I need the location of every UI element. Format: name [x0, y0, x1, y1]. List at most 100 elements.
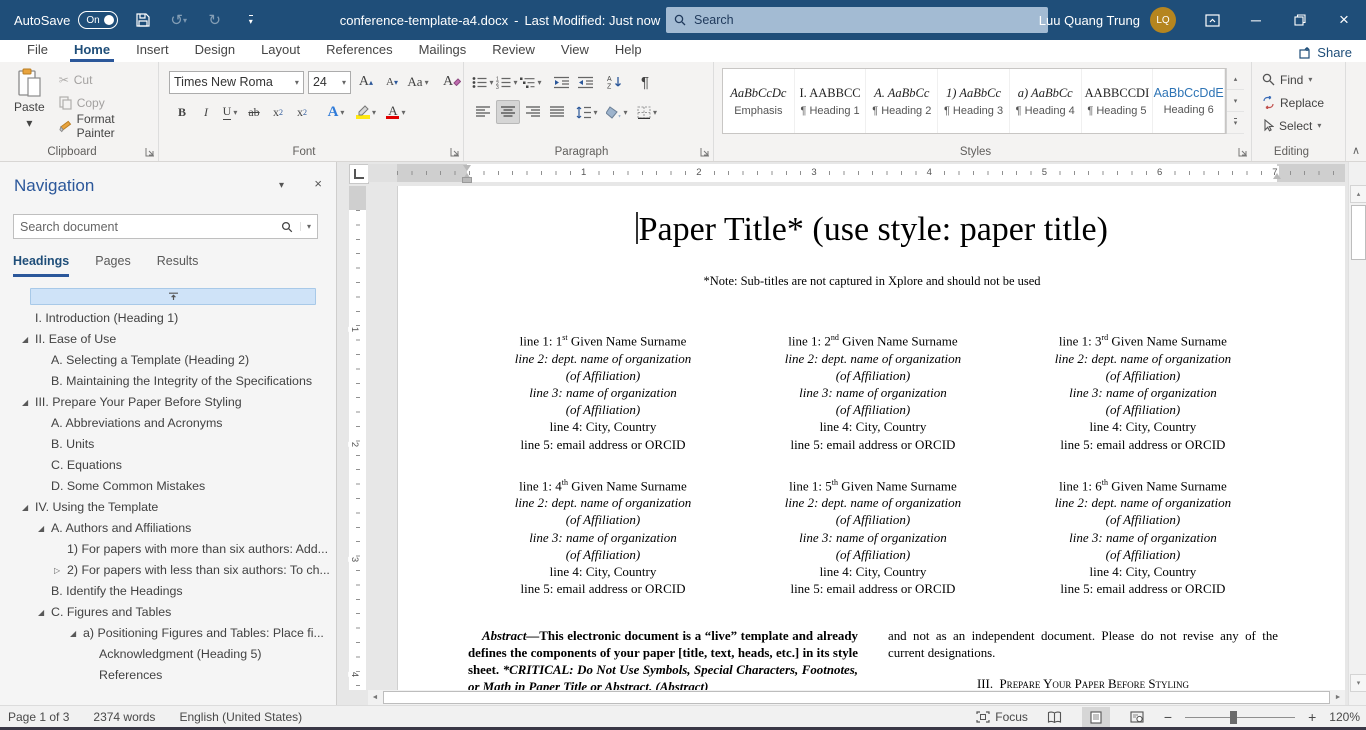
- subscript-button[interactable]: x2: [267, 100, 289, 124]
- style-heading-3[interactable]: 1) AaBbCc¶ Heading 3: [938, 69, 1010, 133]
- navigation-pane-close-button[interactable]: ×: [314, 176, 322, 191]
- tab-file[interactable]: File: [14, 42, 61, 62]
- zoom-in-button[interactable]: +: [1308, 709, 1316, 725]
- strikethrough-button[interactable]: ab: [243, 100, 265, 124]
- save-icon[interactable]: [132, 9, 154, 31]
- print-layout-button[interactable]: [1082, 707, 1110, 727]
- sort-button[interactable]: AZ: [604, 70, 626, 94]
- nav-heading-item[interactable]: [30, 288, 316, 305]
- expander-icon[interactable]: ◢: [22, 329, 35, 350]
- search-bar[interactable]: Search: [666, 7, 1048, 33]
- italic-button[interactable]: I: [195, 100, 217, 124]
- tab-design[interactable]: Design: [182, 42, 248, 62]
- language-indicator[interactable]: English (United States): [179, 710, 302, 724]
- zoom-slider-thumb[interactable]: [1230, 711, 1237, 724]
- expander-icon[interactable]: ◢: [38, 602, 51, 623]
- tab-view[interactable]: View: [548, 42, 602, 62]
- nav-heading-item[interactable]: C. Equations: [0, 455, 334, 476]
- styles-scroll-up-button[interactable]: ▴: [1227, 68, 1244, 90]
- tab-insert[interactable]: Insert: [123, 42, 182, 62]
- left-indent-marker[interactable]: [462, 177, 472, 183]
- nav-tab-results[interactable]: Results: [157, 254, 199, 277]
- styles-scroll-down-button[interactable]: ▾: [1227, 90, 1244, 112]
- horizontal-ruler[interactable]: 1234567: [368, 164, 1345, 182]
- nav-heading-item[interactable]: ◢a) Positioning Figures and Tables: Plac…: [0, 623, 334, 644]
- style-heading-2[interactable]: A. AaBbCc¶ Heading 2: [866, 69, 938, 133]
- clear-formatting-button[interactable]: A: [441, 70, 463, 94]
- increase-indent-button[interactable]: [574, 70, 596, 94]
- bullets-button[interactable]: ▾: [472, 70, 494, 94]
- tab-review[interactable]: Review: [479, 42, 548, 62]
- paste-button[interactable]: Paste ▾: [8, 68, 51, 136]
- justify-button[interactable]: [546, 100, 568, 124]
- text-effects-button[interactable]: A▾: [325, 100, 347, 124]
- expander-icon[interactable]: ◢: [38, 518, 51, 539]
- window-title[interactable]: conference-template-a4.docx - Last Modif…: [340, 13, 671, 28]
- zoom-level[interactable]: 120%: [1329, 710, 1360, 724]
- nav-heading-item[interactable]: B. Identify the Headings: [0, 581, 334, 602]
- autosave-toggle[interactable]: AutoSave On: [14, 11, 118, 29]
- underline-button[interactable]: U▾: [219, 100, 241, 124]
- line-spacing-button[interactable]: ▾: [576, 100, 598, 124]
- nav-heading-item[interactable]: References: [0, 665, 334, 686]
- shrink-font-button[interactable]: A▾: [381, 70, 403, 94]
- nav-heading-item[interactable]: D. Some Common Mistakes: [0, 476, 334, 497]
- read-mode-button[interactable]: [1041, 707, 1069, 727]
- bold-button[interactable]: B: [171, 100, 193, 124]
- scroll-left-button[interactable]: ◄: [368, 691, 382, 704]
- navigation-pane-options-button[interactable]: ▾: [279, 180, 284, 191]
- document-page[interactable]: Paper Title* (use style: paper title) *N…: [397, 186, 1345, 690]
- close-button[interactable]: ×: [1322, 0, 1366, 40]
- cut-button[interactable]: ✂ Cut: [59, 70, 150, 90]
- highlight-color-button[interactable]: ▾: [355, 100, 377, 124]
- nav-heading-item[interactable]: ◢III. Prepare Your Paper Before Styling: [0, 392, 334, 413]
- expander-icon[interactable]: ▷: [54, 560, 67, 581]
- zoom-out-button[interactable]: −: [1164, 709, 1172, 725]
- style-heading-1[interactable]: I. AABBCC¶ Heading 1: [795, 69, 867, 133]
- styles-dialog-launcher[interactable]: [1238, 147, 1248, 157]
- avatar[interactable]: LQ: [1150, 7, 1176, 33]
- right-indent-marker[interactable]: [1273, 173, 1281, 179]
- align-center-button[interactable]: [496, 100, 520, 124]
- styles-more-button[interactable]: ▾: [1227, 112, 1244, 134]
- style-heading-5[interactable]: AABBCCDI¶ Heading 5: [1082, 69, 1154, 133]
- nav-heading-item[interactable]: B. Maintaining the Integrity of the Spec…: [0, 371, 334, 392]
- focus-button[interactable]: Focus: [976, 710, 1028, 724]
- decrease-indent-button[interactable]: [550, 70, 572, 94]
- paragraph-dialog-launcher[interactable]: [700, 147, 710, 157]
- tab-help[interactable]: Help: [602, 42, 655, 62]
- share-button[interactable]: Share: [1299, 45, 1352, 60]
- expander-icon[interactable]: ◢: [70, 623, 83, 644]
- find-button[interactable]: Find ▾: [1262, 70, 1339, 89]
- font-name-combo[interactable]: Times New Roma ▾: [169, 71, 304, 94]
- align-left-button[interactable]: [472, 100, 494, 124]
- vertical-scrollbar[interactable]: ▴ ▾: [1348, 162, 1366, 705]
- zoom-slider[interactable]: [1185, 717, 1295, 718]
- shading-button[interactable]: ▾: [606, 100, 628, 124]
- format-painter-button[interactable]: Format Painter: [59, 116, 150, 136]
- replace-button[interactable]: Replace: [1262, 93, 1339, 112]
- clipboard-dialog-launcher[interactable]: [145, 147, 155, 157]
- undo-button[interactable]: ↺▾: [168, 9, 190, 31]
- page-indicator[interactable]: Page 1 of 3: [8, 710, 69, 724]
- collapse-ribbon-button[interactable]: ∧: [1352, 144, 1360, 157]
- show-formatting-button[interactable]: ¶: [634, 70, 656, 94]
- font-size-combo[interactable]: 24 ▾: [308, 71, 351, 94]
- scroll-right-button[interactable]: ►: [1331, 691, 1345, 704]
- tab-mailings[interactable]: Mailings: [406, 42, 480, 62]
- nav-search-dropdown[interactable]: ▾: [300, 222, 317, 231]
- nav-search-input[interactable]: Search document ▾: [13, 214, 318, 239]
- expander-icon[interactable]: ◢: [22, 497, 35, 518]
- search-icon[interactable]: [274, 221, 300, 233]
- nav-heading-item[interactable]: ▷2) For papers with less than six author…: [0, 560, 334, 581]
- align-right-button[interactable]: [522, 100, 544, 124]
- scroll-down-button[interactable]: ▾: [1350, 674, 1366, 692]
- nav-heading-item[interactable]: ◢II. Ease of Use: [0, 329, 334, 350]
- font-dialog-launcher[interactable]: [450, 147, 460, 157]
- style-heading-6[interactable]: AaBbCcDdEHeading 6: [1153, 69, 1225, 133]
- nav-heading-item[interactable]: A. Abbreviations and Acronyms: [0, 413, 334, 434]
- change-case-button[interactable]: Aa▾: [407, 70, 429, 94]
- style-emphasis[interactable]: AaBbCcDcEmphasis: [723, 69, 795, 133]
- nav-heading-item[interactable]: I. Introduction (Heading 1): [0, 308, 334, 329]
- tab-home[interactable]: Home: [61, 42, 123, 62]
